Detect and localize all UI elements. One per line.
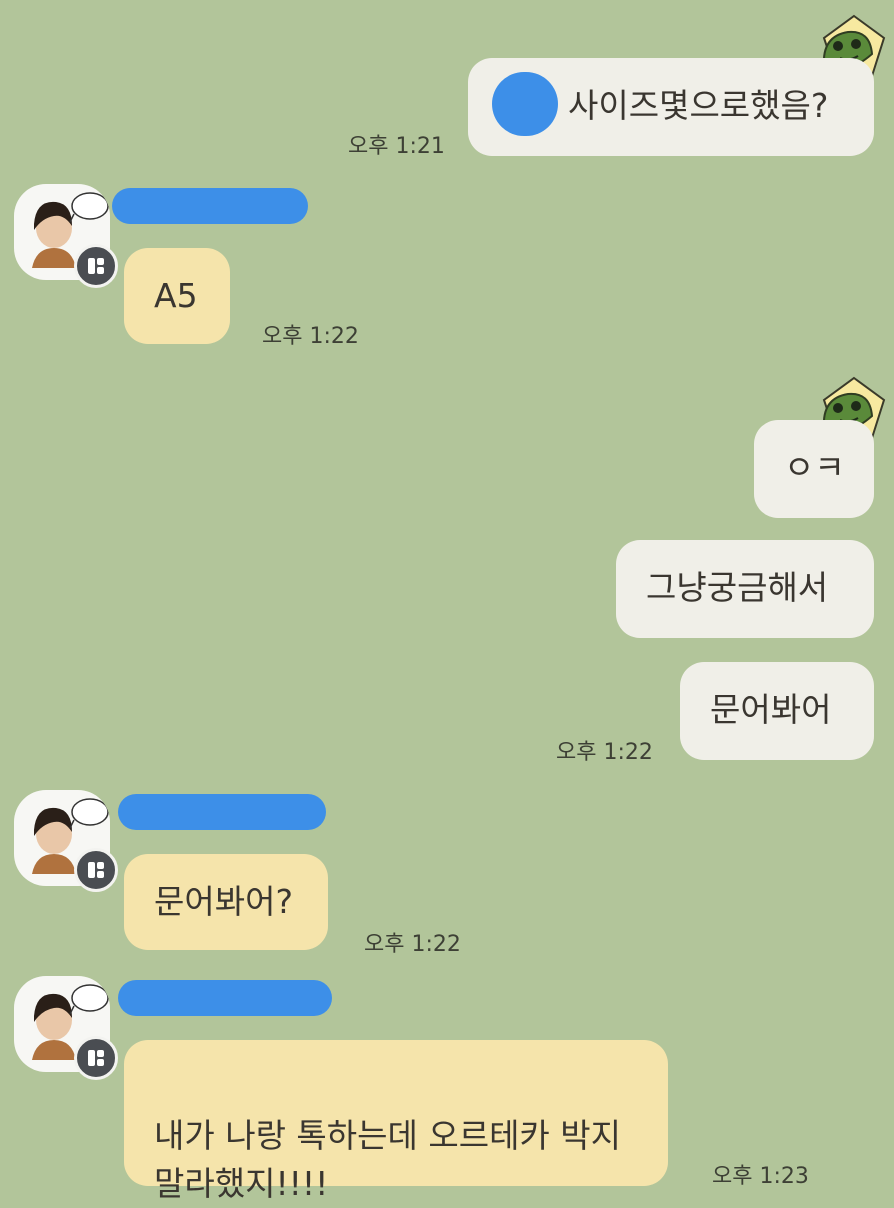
message-text: 그냥궁금해서 (646, 568, 829, 607)
message-timestamp: 오후 1:21 (348, 134, 445, 159)
message-timestamp: 오후 1:22 (364, 932, 461, 957)
message-timestamp: 오후 1:22 (262, 324, 359, 349)
channel-badge-icon (74, 244, 118, 288)
their-message-bubble[interactable]: A5 (124, 248, 230, 344)
channel-badge-icon (74, 1036, 118, 1080)
message-timestamp: 오후 1:22 (556, 740, 653, 765)
message-text: 사이즈몇으로했음? (568, 86, 829, 125)
message-text: ㅇㅋ (784, 448, 845, 487)
their-message-bubble[interactable]: 문어봐어? (124, 854, 328, 950)
redaction-blob (492, 72, 558, 136)
my-message-bubble[interactable]: ㅇㅋ (754, 420, 874, 518)
message-text: 내가 나랑 톡하는데 오르테카 박지 말라했지!!!! (154, 1116, 621, 1203)
my-message-bubble[interactable]: 문어봐어 (680, 662, 874, 760)
my-message-bubble[interactable]: 그냥궁금해서 (616, 540, 874, 638)
message-text: 문어봐어? (154, 882, 293, 921)
message-timestamp: 오후 1:23 (712, 1164, 809, 1189)
sender-name-redacted (118, 794, 326, 830)
sender-name-redacted (112, 188, 308, 224)
channel-badge-icon (74, 848, 118, 892)
message-text: A5 (154, 276, 198, 315)
message-text: 문어봐어 (710, 690, 832, 729)
their-message-bubble[interactable]: 내가 나랑 톡하는데 오르테카 박지 말라했지!!!! (124, 1040, 668, 1203)
sender-name-redacted (118, 980, 332, 1016)
